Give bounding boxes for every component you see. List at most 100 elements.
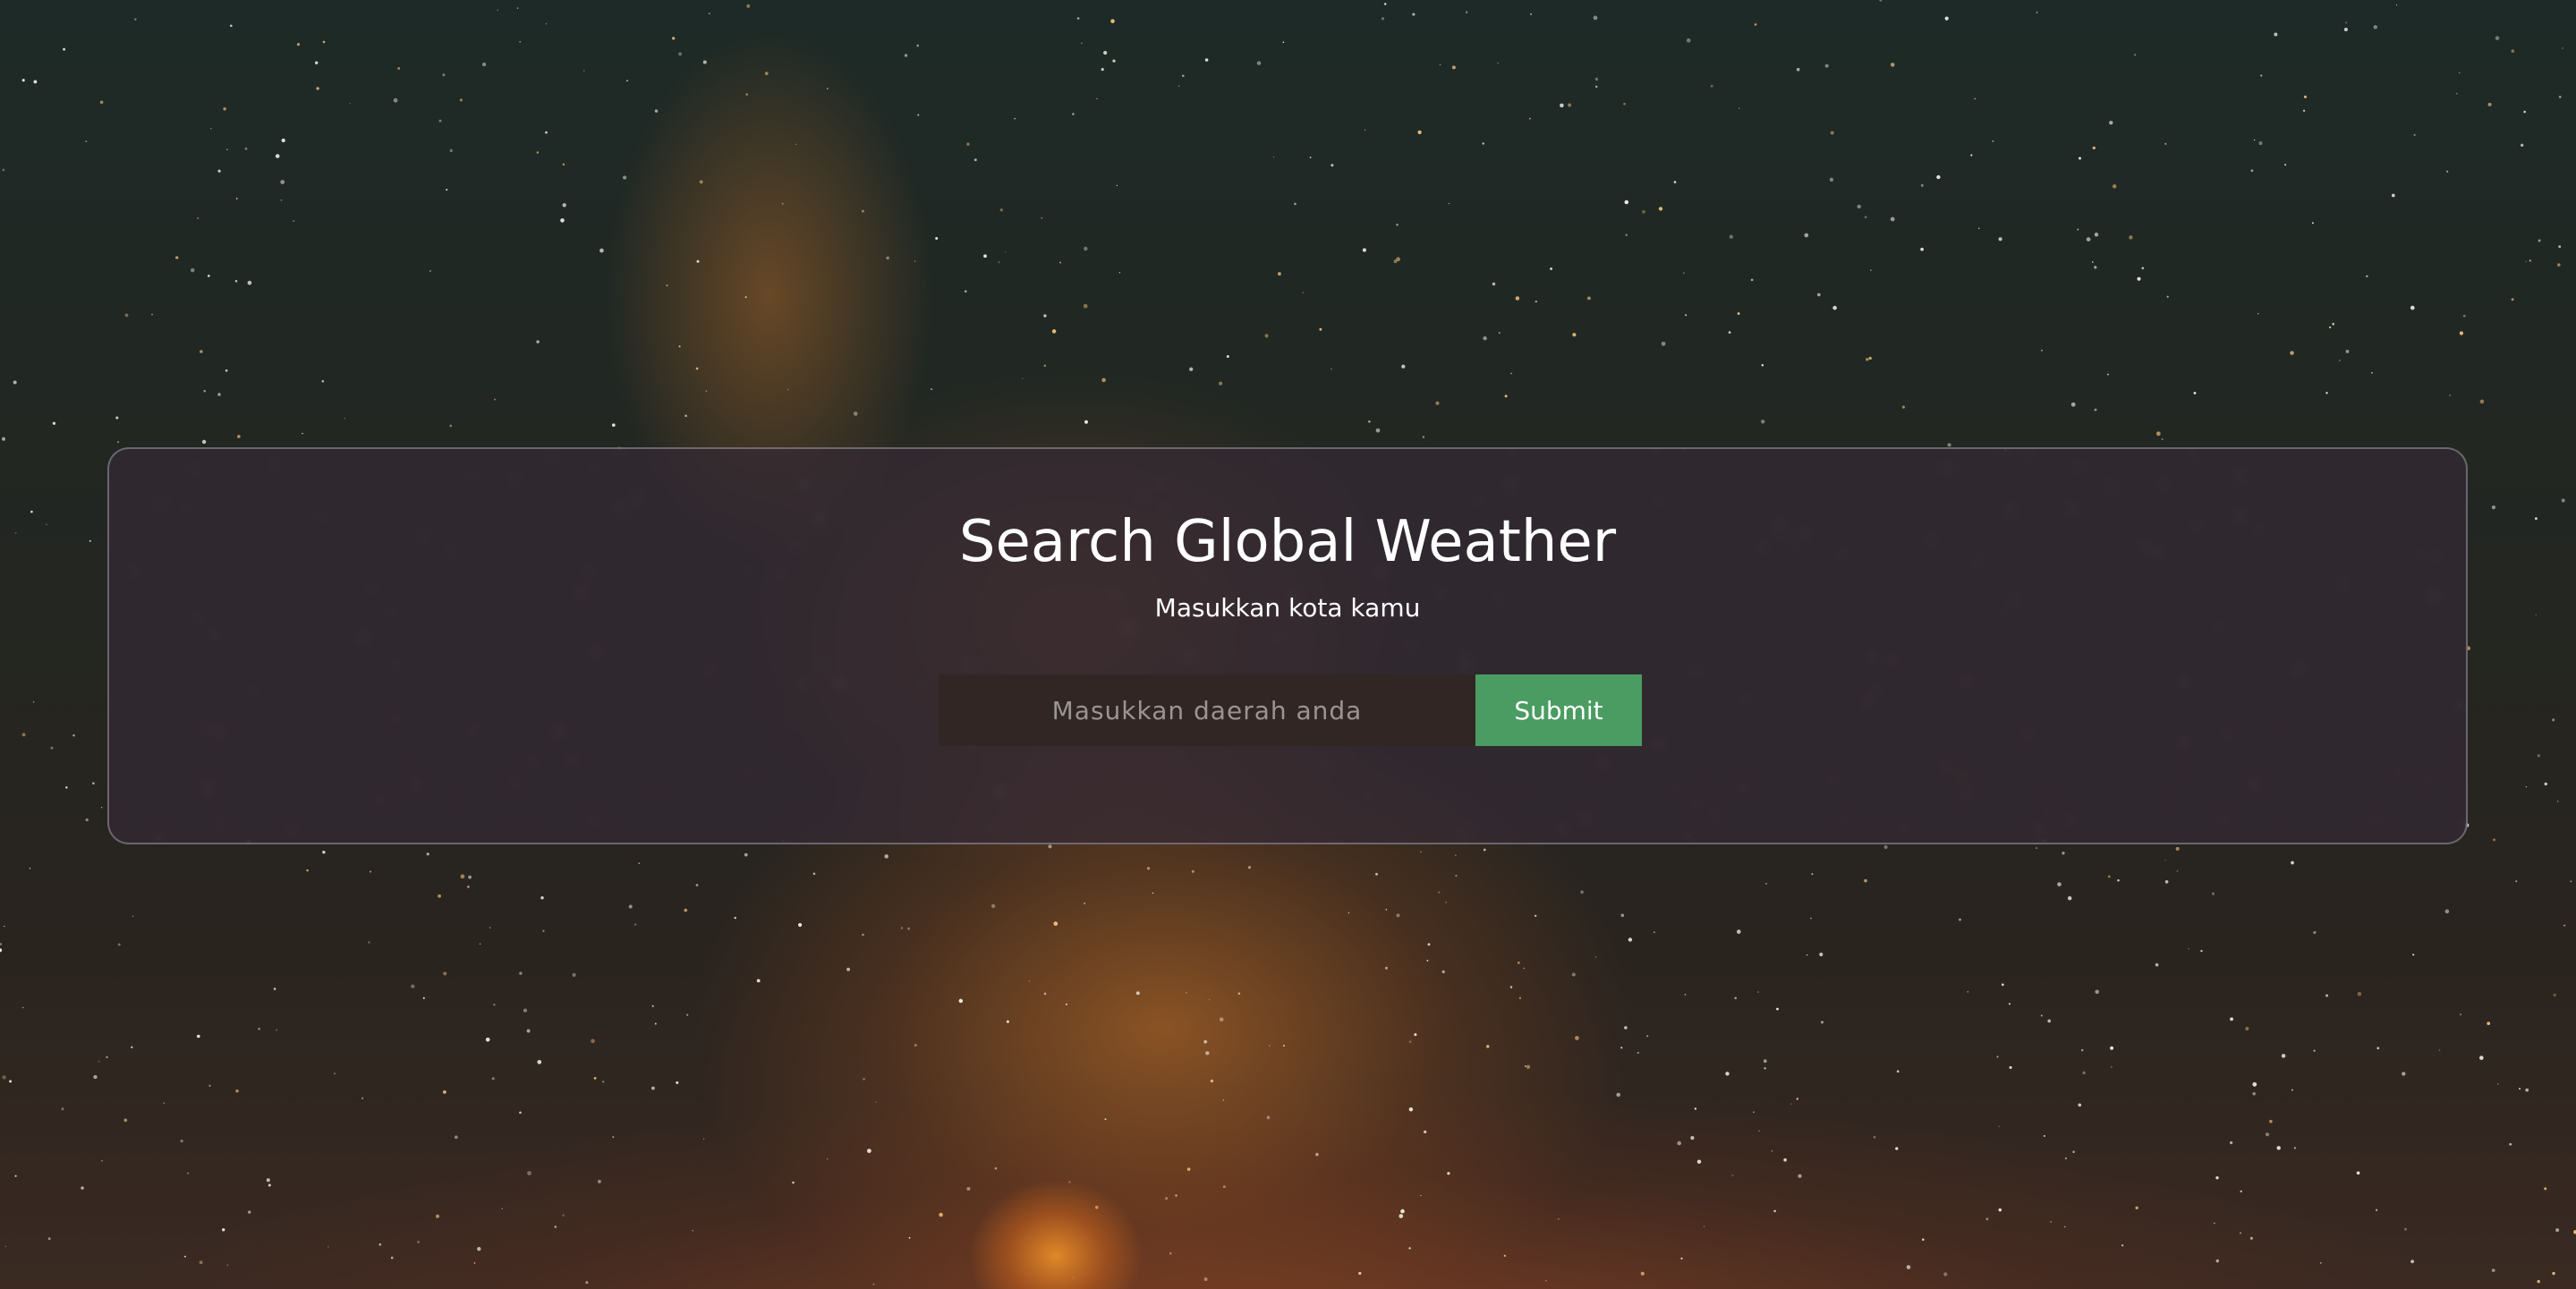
star bbox=[1043, 364, 1047, 367]
star bbox=[2487, 1022, 2491, 1025]
star bbox=[1737, 312, 1740, 315]
star bbox=[884, 854, 888, 859]
star bbox=[562, 163, 565, 166]
star bbox=[183, 1255, 186, 1258]
star bbox=[1970, 154, 1973, 157]
star bbox=[1873, 1135, 1876, 1139]
star bbox=[542, 929, 545, 932]
star bbox=[638, 862, 641, 864]
star bbox=[344, 417, 345, 420]
star bbox=[13, 380, 17, 385]
star bbox=[1998, 1208, 2002, 1212]
star bbox=[1646, 1035, 1649, 1038]
star bbox=[695, 367, 699, 370]
star bbox=[1226, 354, 1229, 359]
star bbox=[1806, 954, 1808, 956]
star bbox=[1771, 1150, 1773, 1152]
star bbox=[1725, 1072, 1730, 1076]
city-search-input[interactable] bbox=[939, 674, 1475, 746]
star bbox=[875, 1101, 877, 1103]
star bbox=[2479, 399, 2485, 404]
star bbox=[908, 1236, 911, 1239]
star bbox=[2107, 875, 2111, 878]
star bbox=[560, 218, 565, 223]
star bbox=[872, 1283, 875, 1285]
star bbox=[1729, 234, 1733, 239]
star bbox=[591, 1039, 595, 1044]
star bbox=[1731, 1175, 1734, 1177]
star bbox=[2252, 1092, 2256, 1096]
star bbox=[2511, 49, 2515, 53]
star bbox=[2092, 146, 2096, 150]
star bbox=[1526, 1064, 1531, 1069]
star bbox=[1661, 341, 1666, 346]
star bbox=[244, 147, 248, 150]
star bbox=[1864, 878, 1867, 883]
star bbox=[2525, 785, 2528, 788]
star bbox=[2078, 157, 2082, 160]
star bbox=[33, 80, 38, 84]
star bbox=[1083, 303, 1088, 309]
star bbox=[628, 904, 633, 909]
star bbox=[1947, 443, 1951, 447]
star bbox=[1684, 994, 1687, 996]
star bbox=[2050, 1221, 2052, 1223]
star bbox=[2375, 1208, 2378, 1211]
star bbox=[306, 869, 309, 872]
star bbox=[1523, 967, 1526, 970]
star bbox=[2338, 359, 2341, 361]
star bbox=[2230, 1017, 2234, 1022]
star bbox=[1686, 38, 1691, 43]
star bbox=[1737, 929, 1741, 934]
star bbox=[1447, 1172, 1450, 1175]
star bbox=[491, 1077, 495, 1081]
star bbox=[314, 61, 319, 64]
star bbox=[2491, 505, 2495, 510]
star bbox=[1545, 1279, 1547, 1282]
star bbox=[477, 1247, 481, 1251]
star bbox=[1776, 1007, 1779, 1011]
star bbox=[651, 1005, 654, 1007]
star bbox=[2077, 228, 2079, 231]
star bbox=[2412, 954, 2415, 956]
star bbox=[1427, 943, 1431, 946]
star bbox=[650, 1086, 655, 1090]
star bbox=[2460, 1013, 2461, 1016]
star bbox=[1640, 1271, 1645, 1276]
star bbox=[2544, 1187, 2547, 1191]
star bbox=[2213, 1222, 2215, 1225]
star bbox=[1870, 269, 1872, 271]
star bbox=[1530, 13, 1532, 15]
star bbox=[1696, 1159, 1702, 1164]
star bbox=[1624, 199, 1629, 205]
star bbox=[2134, 54, 2137, 56]
star bbox=[1182, 74, 1185, 77]
star bbox=[2072, 1150, 2075, 1154]
star bbox=[1282, 1044, 1285, 1047]
star bbox=[1680, 1257, 1683, 1260]
star bbox=[2523, 110, 2526, 114]
star bbox=[998, 261, 1000, 264]
star bbox=[2438, 1049, 2441, 1051]
star bbox=[2525, 1088, 2529, 1092]
star bbox=[1504, 394, 1508, 398]
star bbox=[540, 895, 544, 900]
star bbox=[280, 180, 285, 184]
star bbox=[2552, 1271, 2555, 1276]
star bbox=[226, 1264, 229, 1266]
star bbox=[203, 389, 206, 393]
star bbox=[1048, 844, 1052, 849]
star bbox=[2094, 408, 2097, 411]
star bbox=[1135, 991, 1140, 996]
star bbox=[2320, 1262, 2322, 1264]
submit-button[interactable]: Submit bbox=[1475, 674, 1642, 746]
star bbox=[2239, 1232, 2242, 1234]
star bbox=[449, 148, 454, 153]
star bbox=[21, 733, 26, 737]
star bbox=[134, 18, 137, 21]
star bbox=[914, 260, 916, 262]
star bbox=[983, 254, 987, 259]
star bbox=[2525, 260, 2527, 263]
star bbox=[863, 1078, 865, 1081]
star bbox=[1203, 1039, 1208, 1044]
